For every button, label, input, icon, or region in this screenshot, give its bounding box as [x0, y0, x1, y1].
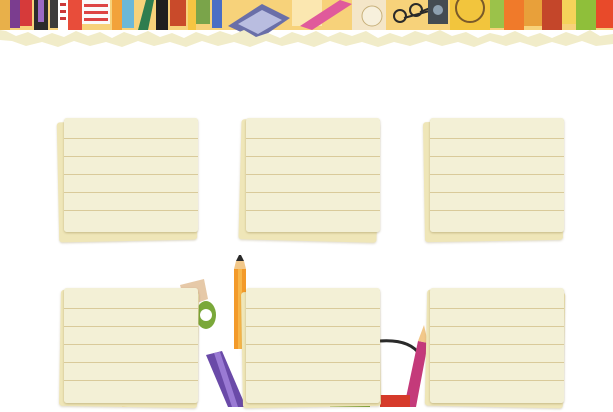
- marker-icon: [20, 0, 32, 26]
- marker-icon: [206, 351, 246, 407]
- note-3[interactable]: [430, 118, 564, 232]
- note-5[interactable]: [246, 288, 380, 403]
- note-6[interactable]: [430, 288, 564, 403]
- note-2[interactable]: [246, 118, 380, 232]
- scissors-icon: [379, 339, 422, 356]
- top-supplies-banner: [0, 0, 613, 62]
- marker-icon: [10, 0, 20, 28]
- supplies-collage-top: [0, 0, 613, 62]
- note-4[interactable]: [64, 288, 198, 403]
- note-1[interactable]: [64, 118, 198, 232]
